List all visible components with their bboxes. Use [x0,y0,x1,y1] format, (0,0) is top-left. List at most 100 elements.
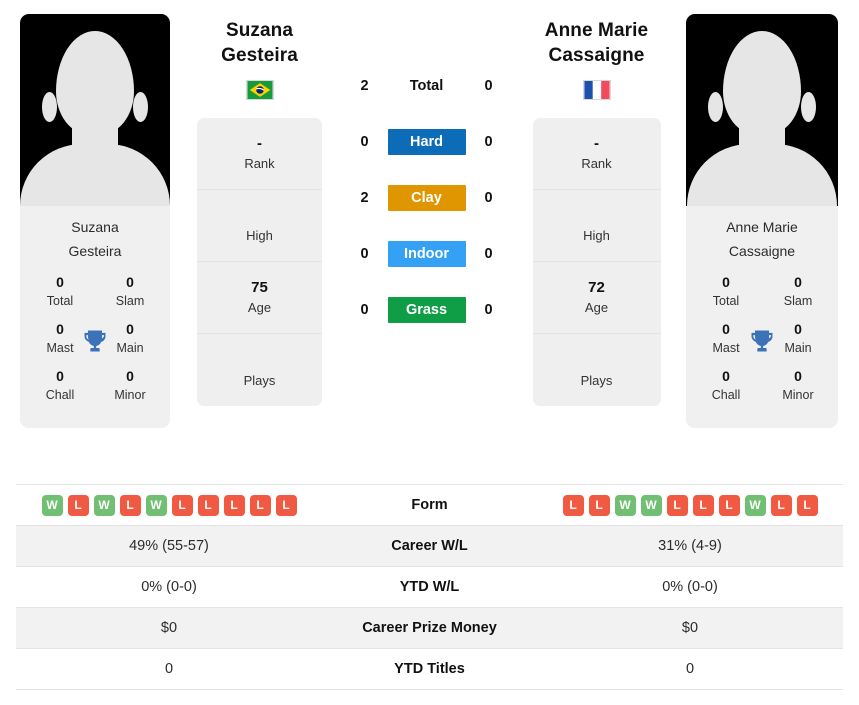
right-plays-value [537,351,657,371]
left-titles-slam-value: 0 [126,274,134,290]
head-to-head-column: 2 Total 0 0 Hard 0 2 Clay 0 0 Indoor 0 0 [329,0,524,338]
form-badge-win: W [41,494,63,516]
right-titles-slam: 0 Slam [770,273,826,310]
left-player-flag-wrap [190,80,329,100]
career-prize-money-label: Career Prize Money [322,607,537,649]
right-player-photo-column: Anne Marie Cassaigne 0 Total 0 Slam 0 Ma… [669,0,859,428]
table-row-ytd-wl: 0% (0-0) YTD W/L 0% (0-0) [16,566,843,608]
right-form-badges: LLWWLLLWLL [538,494,842,516]
right-titles-mast-label: Mast [712,341,740,355]
career-wl-label: Career W/L [322,525,537,567]
right-rank-row: - Rank [532,118,661,190]
ytd-wl-left: 0% (0-0) [16,566,322,608]
career-prize-money-left: $0 [16,607,322,649]
right-player-photo [686,14,838,206]
silhouette-ear-right-icon [133,92,148,122]
left-titles-row-3: 0 Chall 0 Minor [20,367,170,404]
right-titles-total-value: 0 [722,274,730,290]
right-player-card-name: Anne Marie Cassaigne [686,206,838,269]
right-player-info-card: - Rank High 72 Age Plays [532,118,661,406]
player-comparison-page: Suzana Gesteira 0 Total 0 Slam 0 Mast 0 … [0,0,859,705]
h2h-row-grass: 0 Grass 0 [329,282,524,338]
left-titles-slam: 0 Slam [102,273,158,310]
left-high-value [201,206,318,226]
ytd-wl-right: 0% (0-0) [537,566,843,608]
form-badge-loss: L [275,494,297,516]
form-badge-loss: L [588,494,610,516]
left-titles-minor: 0 Minor [102,367,158,404]
h2h-indoor-left: 0 [360,246,369,262]
career-prize-money-right: $0 [537,607,843,649]
left-form-badges: WLWLWLLLLL [17,494,321,516]
left-player-info-column: Suzana Gesteira - Rank High 75 Age Plays [190,0,329,406]
left-plays-label: Plays [243,372,276,388]
left-titles-slam-label: Slam [115,294,145,308]
surface-chip-grass[interactable]: Grass [387,297,466,323]
left-titles-total-label: Total [46,294,74,308]
comparison-stats-table: WLWLWLLLLL Form LLWWLLLWLL 49% (55-57) C… [16,484,843,690]
form-badge-loss: L [562,494,584,516]
form-row-label: Form [322,484,537,526]
left-rank-row: - Rank [197,118,322,190]
left-player-photo [20,14,170,206]
h2h-clay-right: 0 [484,190,493,206]
right-titles-minor-label: Minor [782,388,814,402]
left-player-photo-column: Suzana Gesteira 0 Total 0 Slam 0 Mast 0 … [0,0,190,428]
silhouette-ear-right-icon [801,92,816,122]
left-titles-chall-label: Chall [45,388,75,402]
right-plays-label: Plays [580,372,613,388]
form-badge-loss: L [770,494,792,516]
right-player-name: Anne Marie Cassaigne [524,18,669,68]
surface-chip-hard[interactable]: Hard [387,129,466,155]
silhouette-body-icon [20,144,170,206]
form-badge-loss: L [718,494,740,516]
left-titles-row-1: 0 Total 0 Slam [20,273,170,310]
right-age-label: Age [584,300,609,315]
right-player-card[interactable]: Anne Marie Cassaigne 0 Total 0 Slam 0 Ma… [686,14,838,428]
left-player-card[interactable]: Suzana Gesteira 0 Total 0 Slam 0 Mast 0 … [20,14,170,428]
h2h-row-clay: 2 Clay 0 [329,170,524,226]
table-row-form: WLWLWLLLLL Form LLWWLLLWLL [16,484,843,526]
right-titles-row-1: 0 Total 0 Slam [686,273,838,310]
right-titles-row-3: 0 Chall 0 Minor [686,367,838,404]
h2h-total-right: 0 [484,78,493,94]
right-titles-chall-label: Chall [711,388,741,402]
h2h-hard-left: 0 [360,134,369,150]
surface-chip-clay[interactable]: Clay [387,185,466,211]
left-titles-mast-value: 0 [56,321,64,337]
left-age-value: 75 [251,279,268,296]
career-wl-right: 31% (4-9) [537,525,843,567]
table-row-career-prize-money: $0 Career Prize Money $0 [16,607,843,649]
left-titles-main-value: 0 [126,321,134,337]
right-player-info-column: Anne Marie Cassaigne - Rank High 72 Age … [524,0,669,406]
silhouette-ear-left-icon [42,92,57,122]
surface-chip-indoor[interactable]: Indoor [387,241,466,267]
right-high-row: High [532,190,661,262]
right-player-name-line1: Anne Marie [544,20,649,41]
left-titles-total: 0 Total [32,273,88,310]
form-badge-win: W [614,494,636,516]
right-titles-main-value: 0 [794,321,802,337]
left-titles-total-value: 0 [56,274,64,290]
left-titles-minor-value: 0 [126,368,134,384]
h2h-row-total: 2 Total 0 [329,58,524,114]
h2h-indoor-right: 0 [484,246,493,262]
right-player-name-line2: Cassaigne [548,45,645,66]
form-badge-loss: L [223,494,245,516]
left-titles-mast: 0 Mast [32,320,88,357]
right-titles-mast: 0 Mast [698,320,754,357]
trophy-icon [84,330,106,352]
left-high-row: High [197,190,322,262]
form-right-cell: LLWWLLLWLL [537,484,843,526]
left-card-name-line2: Gesteira [68,243,122,259]
right-card-name-line1: Anne Marie [726,219,798,235]
left-titles-chall: 0 Chall [32,367,88,404]
left-titles-main-label: Main [116,341,144,355]
flag-france-icon [582,80,611,100]
form-badge-loss: L [171,494,193,516]
form-badge-loss: L [197,494,219,516]
right-high-label: High [583,228,610,243]
silhouette-ear-left-icon [708,92,723,122]
left-player-info-card: - Rank High 75 Age Plays [197,118,322,406]
h2h-hard-right: 0 [484,134,493,150]
